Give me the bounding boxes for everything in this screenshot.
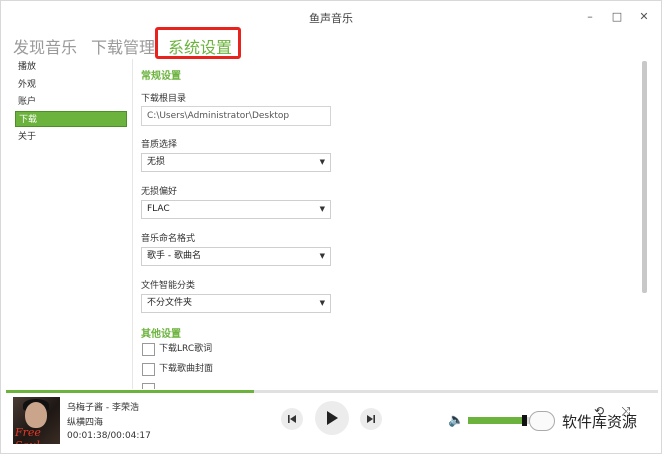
folder-label: 文件智能分类 [141,281,196,291]
next-button[interactable] [360,408,382,430]
volume-knob[interactable] [522,415,528,426]
download-dir-label: 下载根目录 [141,94,187,104]
quality-value: 无损 [147,157,166,167]
album-name: 纵横四海 [67,418,104,428]
sidebar-item-account[interactable]: 账户 [15,94,127,110]
option-label: 下载歌曲封面 [159,364,214,374]
quality-label: 音质选择 [141,140,178,150]
volume-fill [468,417,523,424]
cover-face-shape [25,402,47,428]
tab-discover-music[interactable]: 发现音乐 [13,34,77,58]
chevron-down-icon: ▼ [319,252,325,260]
sidebar-divider [132,59,133,389]
settings-content: 常规设置 下载根目录 C:\Users\Administrator\Deskto… [141,59,641,389]
cover-text: Free Soul [15,426,41,444]
volume-slider[interactable] [468,415,534,426]
other-settings-title: 其他设置 [141,329,181,340]
repeat-icon[interactable]: ⟲ [594,404,604,418]
wechat-icon [529,411,555,431]
window-title: 鱼声音乐 [309,12,353,25]
naming-select[interactable]: 歌手 - 歌曲名 ▼ [141,247,331,266]
sidebar-item-about[interactable]: 关于 [15,129,127,145]
title-bar: 鱼声音乐 – □ ✕ [1,1,661,35]
download-dir-input[interactable]: C:\Users\Administrator\Desktop [141,106,331,126]
lossless-pref-label: 无损偏好 [141,187,178,197]
chevron-down-icon: ▼ [319,158,325,166]
sidebar-item-appearance[interactable]: 外观 [15,77,127,93]
sidebar-item-download[interactable]: 下载 [15,111,127,127]
play-time: 00:01:38/00:04:17 [67,431,151,441]
shuffle-icon[interactable]: ⤨ [621,404,631,419]
folder-select[interactable]: 不分文件夹 ▼ [141,294,331,313]
prev-icon [288,415,296,423]
scroll-thumb[interactable] [642,61,647,293]
next-icon [367,415,375,423]
checkbox[interactable] [142,383,155,389]
checkbox[interactable] [142,363,155,376]
sidebar-item-playback[interactable]: 播放 [15,59,127,75]
lossless-pref-value: FLAC [147,204,170,214]
album-cover[interactable]: Free Soul [13,397,60,444]
checkbox[interactable] [142,343,155,356]
settings-sidebar: 播放 外观 账户 下载 关于 [13,59,129,389]
minimize-button[interactable]: – [581,9,599,25]
folder-value: 不分文件夹 [147,298,193,308]
option-label: 下载LRC歌词 [159,344,213,354]
close-button[interactable]: ✕ [635,9,653,25]
player-bar: Free Soul 乌梅子酱 - 李荣浩 纵横四海 00:01:38/00:04… [1,393,661,453]
volume-icon[interactable]: 🔈 [448,413,464,428]
maximize-button[interactable]: □ [608,9,626,25]
highlight-box [155,27,241,59]
tab-download-manager[interactable]: 下载管理 [91,34,155,58]
quality-select[interactable]: 无损 ▼ [141,153,331,172]
chevron-down-icon: ▼ [319,205,325,213]
chevron-down-icon: ▼ [319,299,325,307]
song-title: 乌梅子酱 - 李荣浩 [67,403,139,413]
lossless-pref-select[interactable]: FLAC ▼ [141,200,331,219]
naming-label: 音乐命名格式 [141,234,196,244]
play-icon [327,411,338,425]
settings-scrollbar[interactable] [642,59,649,389]
general-settings-title: 常规设置 [141,71,181,82]
prev-button[interactable] [281,408,303,430]
app-window: 鱼声音乐 – □ ✕ 发现音乐 下载管理 系统设置 播放 外观 账户 下载 关于… [0,0,662,454]
naming-value: 歌手 - 歌曲名 [147,251,201,261]
play-button[interactable] [315,401,349,435]
